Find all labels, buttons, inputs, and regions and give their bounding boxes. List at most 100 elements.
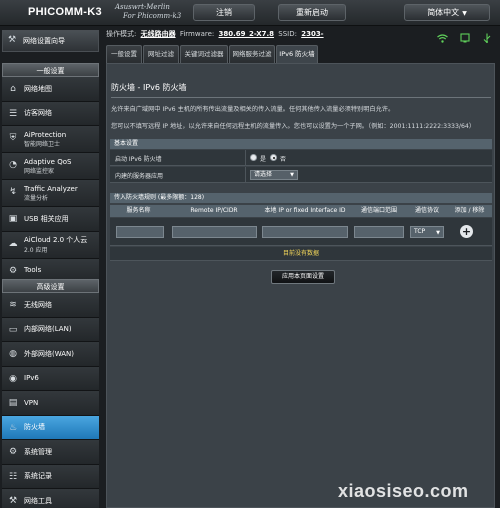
wrench-icon: ⚙ [8,265,18,276]
ssid-label: SSID: [278,30,297,38]
sidebar-item-traffic-analyzer[interactable]: ↯ Traffic Analyzer 流量分析 [2,180,99,207]
tab-general[interactable]: 一般设置 [106,45,142,63]
page-title: 防火墙 - IPv6 防火墙 [111,83,187,92]
radio-no[interactable] [270,154,277,161]
sidebar-item-firewall[interactable]: ♨ 防火墙 [2,415,99,440]
builtin-server-row: 内建的服务器应用 请选择 ▼ [110,167,492,183]
sidebar-item-adaptive-qos[interactable]: ◔ Adaptive QoS 网络监控家 [2,153,99,180]
brand-name: PHICOMM-K3 [28,6,102,18]
vpn-icon: ▤ [8,398,18,408]
rules-table-header: 服务名称 Remote IP/CIDR 本地 IP or fixed Inter… [110,205,492,217]
usb-status-icon[interactable] [482,33,492,47]
builtin-server-select[interactable]: 请选择 ▼ [250,170,298,180]
column-remote-ip: Remote IP/CIDR [190,207,238,214]
inbound-rules-header: 传入防火墙规则 (最多限额：128) [110,193,492,203]
tab-ipv6-firewall[interactable]: IPv6 防火墙 [276,45,318,63]
admin-icon: ⚙ [8,447,18,457]
sidebar-item-sublabel: 网络监控家 [24,167,55,175]
sidebar-item-label: 网络地图 [24,84,52,93]
tab-url-filter[interactable]: 网址过滤 [143,45,179,63]
sidebar-item-lan[interactable]: ▭ 内部网络(LAN) [2,317,99,342]
port-range-input[interactable] [354,226,404,238]
logout-button[interactable]: 注销 [193,4,255,21]
sidebar-item-vpn[interactable]: ▤ VPN [2,391,99,416]
sidebar-item-usb[interactable]: ▣ USB 相关应用 [2,207,99,232]
language-select[interactable]: 简体中文 ▼ [404,4,490,21]
add-rule-button[interactable]: + [460,225,473,238]
sidebar-item-label: Traffic Analyzer [24,184,78,193]
network-map-icon: ⌂ [10,84,16,94]
reboot-button[interactable]: 重新启动 [278,4,346,21]
sidebar-item-aicloud[interactable]: ☁ AiCloud 2.0 个人云 2.0 应用 [2,231,99,259]
sidebar-item-sublabel: 2.0 应用 [24,247,48,254]
wifi-status-icon[interactable] [436,34,448,47]
shield-icon: ⛨ [9,133,17,143]
sidebar-item-label: VPN [24,398,39,407]
content-panel: 防火墙 - IPv6 防火墙 允许来自广域网中 IPv6 主机的所有传出流量及相… [106,63,495,508]
sidebar-item-aiprotection[interactable]: ⛨ AiProtection 智能网络卫士 [2,126,99,153]
column-add-remove: 添加 / 移除 [454,207,485,214]
traffic-icon: ↯ [9,187,17,197]
sidebar-item-label: AiProtection [24,130,67,139]
sidebar-item-label: 防火墙 [24,423,45,432]
sidebar-item-label: Adaptive QoS [24,157,72,166]
watermark: xiaosiseo.com [338,481,469,501]
sidebar-item-label: Tools [24,266,42,275]
chevron-down-icon: ▼ [436,230,440,236]
builtin-server-value: 请选择 [254,171,273,178]
network-status-icon[interactable] [460,33,470,47]
language-label: 简体中文 [427,8,460,17]
sidebar-item-network-tools[interactable]: ⚒ 网络工具 [2,489,99,508]
sidebar-item-network-map[interactable]: ⌂ 网络地图 [2,77,99,102]
firmware-value[interactable]: 380.69_2-X7.8 [219,30,275,38]
firmware-label: Firmware: [179,30,215,38]
sidebar-item-wireless[interactable]: ≋ 无线网络 [2,293,99,318]
sidebar-item-system-log[interactable]: ☷ 系统记录 [2,464,99,489]
section-advanced-header: 高级设置 [2,279,99,293]
sidebar-item-label: 无线网络 [24,300,52,309]
wifi-icon: ≋ [9,300,17,310]
mode-label: 操作模式: [106,30,137,38]
sidebar-item-guest-network[interactable]: ☰ 访客网络 [2,101,99,126]
empty-table-message: 目前没有数据 [110,247,492,261]
sidebar-item-label: 内部网络(LAN) [24,325,72,334]
sidebar-item-label: USB 相关应用 [24,214,69,223]
column-service-name: 服务名称 [126,207,151,214]
remote-ip-input[interactable] [172,226,257,238]
guest-network-icon: ☰ [8,108,18,119]
sidebar-item-wan[interactable]: ◍ 外部网络(WAN) [2,342,99,367]
builtin-server-label: 内建的服务器应用 [115,173,164,180]
description-2: 您可以不填写远程 IP 地址，以允许来自任何远程主机的流量传入。您也可以设置为一… [111,123,476,130]
mode-value[interactable]: 无线路由器 [141,30,176,38]
status-icons [430,28,492,43]
wizard-icon: ⚒ [8,35,17,45]
title-divider [111,97,491,98]
service-name-input[interactable] [116,226,164,238]
tab-keyword-filter[interactable]: 关键词过滤器 [180,45,228,63]
advanced-menu: ≋ 无线网络 ▭ 内部网络(LAN) ◍ 外部网络(WAN) ◉ IPv6 ▤ … [2,293,99,508]
radio-yes-label: 是 [260,156,267,163]
radio-no-label: 否 [280,156,287,163]
quick-setup-label: 网络设置向导 [23,37,65,45]
radio-yes[interactable] [250,154,257,161]
description-1: 允许来自广域网中 IPv6 主机的所有传出流量及相关的传入流量。任何其他传入流量… [111,106,395,113]
sidebar-item-label: 网络工具 [24,496,52,505]
apply-button[interactable]: 应用本页面设置 [271,270,335,284]
tab-network-service-filter[interactable]: 网络服务过滤 [229,45,275,63]
row-separator [245,167,246,183]
sidebar-item-label: 系统管理 [24,447,52,456]
row-separator [245,150,246,166]
ssid-value[interactable]: 2303- [301,30,323,38]
log-icon: ☷ [8,471,18,482]
protocol-select[interactable]: TCP ▼ [410,226,444,238]
rules-input-row: TCP ▼ + [110,218,492,246]
quick-setup-button[interactable]: ⚒ 网络设置向导 [2,30,99,52]
globe-icon: ◍ [9,349,17,359]
sidebar-item-administration[interactable]: ⚙ 系统管理 [2,440,99,465]
local-ip-input[interactable] [262,226,348,238]
sidebar-item-ipv6[interactable]: ◉ IPv6 [2,366,99,391]
logo-line-1: Asuswrt-Merlin [115,3,170,11]
firmware-logo: Asuswrt-Merlin For Phicomm-k3 [115,3,195,23]
column-protocol: 通信协议 [414,207,439,214]
sidebar-item-label: 系统记录 [24,472,52,481]
